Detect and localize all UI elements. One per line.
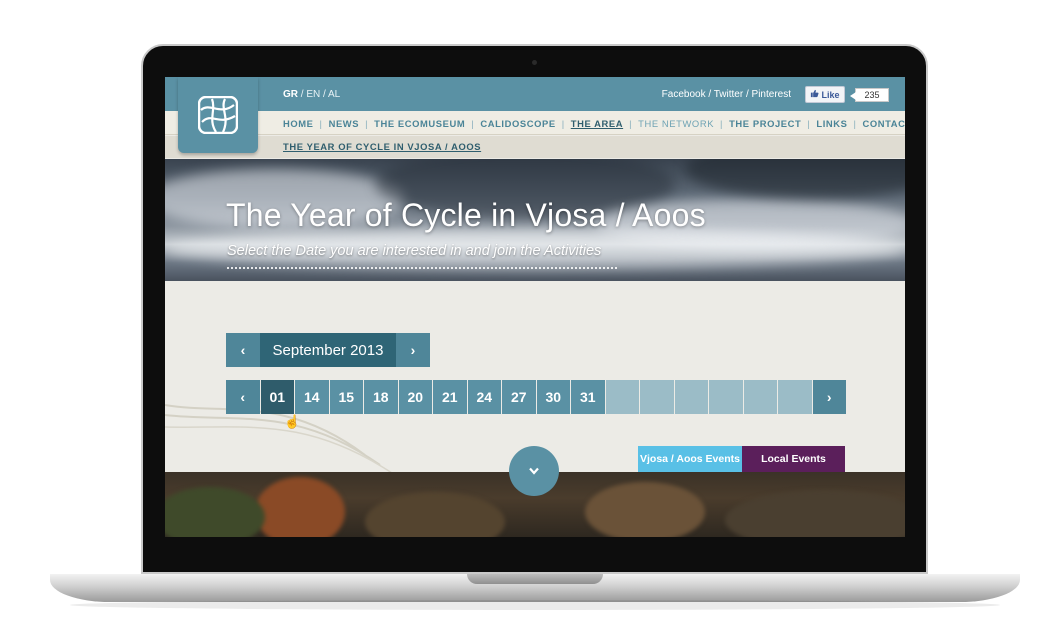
subnav-year-of-cycle[interactable]: THE YEAR OF CYCLE IN VJOSA / AOOS [283, 141, 481, 152]
tree [255, 477, 345, 537]
day-selector: ‹ 01 14 15 18 20 21 24 27 30 31 › [226, 380, 846, 414]
prev-days-button[interactable]: ‹ [226, 380, 260, 414]
hero-divider [227, 267, 617, 269]
hero-banner: The Year of Cycle in Vjosa / Aoos Select… [165, 159, 905, 281]
tree [365, 492, 505, 537]
day-empty-slot [640, 380, 674, 414]
nav-separator: | [853, 118, 857, 129]
social-separator: / [705, 89, 714, 100]
ecomuseum-logo-icon [198, 96, 238, 134]
next-days-button[interactable]: › [812, 380, 846, 414]
day-button[interactable]: 01 [260, 380, 294, 414]
day-button[interactable]: 15 [329, 380, 363, 414]
day-button[interactable]: 20 [398, 380, 432, 414]
month-label: September 2013 [260, 333, 396, 367]
hero-subtitle: Select the Date you are interested in an… [227, 243, 602, 259]
day-button[interactable]: 30 [536, 380, 570, 414]
tree [725, 490, 905, 537]
day-empty-slot [709, 380, 743, 414]
local-events-button[interactable]: Local Events [742, 446, 845, 472]
nav-separator: | [561, 118, 565, 129]
hero-title: The Year of Cycle in Vjosa / Aoos [226, 197, 706, 233]
nav-the-network[interactable]: THE NETWORK [638, 118, 714, 129]
thumbs-up-icon [810, 89, 819, 100]
chevron-left-icon: ‹ [240, 389, 246, 405]
nav-separator: | [471, 118, 475, 129]
chevron-left-icon: ‹ [240, 342, 246, 358]
site-logo[interactable] [178, 77, 258, 153]
nav-ecomuseum[interactable]: THE ECOMUSEUM [374, 118, 465, 129]
nav-contact[interactable]: CONTACT [863, 118, 905, 129]
camera [532, 60, 537, 65]
chevron-right-icon: › [826, 389, 832, 405]
nav-separator: | [720, 118, 724, 129]
month-navigation: ‹ September 2013 › [226, 333, 430, 367]
nav-links[interactable]: LINKS [816, 118, 847, 129]
pinterest-link[interactable]: Pinterest [752, 89, 791, 100]
sub-navigation: THE YEAR OF CYCLE IN VJOSA / AOOS [165, 136, 905, 158]
language-active[interactable]: GR [283, 89, 298, 100]
scroll-down-button[interactable] [509, 446, 559, 496]
day-button[interactable]: 27 [502, 380, 536, 414]
chevron-down-icon [529, 464, 539, 478]
top-bar: GR / EN / AL Facebook / Twitter / Pinter… [165, 77, 905, 111]
cloud [685, 159, 905, 199]
nav-the-project[interactable]: THE PROJECT [729, 118, 801, 129]
day-button[interactable]: 31 [571, 380, 605, 414]
tree [165, 487, 265, 537]
day-button[interactable]: 14 [295, 380, 329, 414]
tree [585, 482, 705, 537]
nav-home[interactable]: HOME [283, 118, 314, 129]
like-label: Like [821, 89, 840, 100]
day-empty-slot [674, 380, 708, 414]
day-empty-slot [605, 380, 639, 414]
hand-cursor-icon: ☝ [284, 414, 301, 429]
social-links: Facebook / Twitter / Pinterest [662, 89, 791, 100]
facebook-like-button[interactable]: Like [805, 86, 845, 103]
vjosa-aoos-events-button[interactable]: Vjosa / Aoos Events [638, 446, 742, 472]
event-filters: Vjosa / Aoos Events Local Events [638, 446, 845, 472]
laptop-notch [467, 574, 603, 584]
nav-separator: | [365, 118, 369, 129]
website-screen: GR / EN / AL Facebook / Twitter / Pinter… [165, 77, 905, 537]
nav-the-area[interactable]: THE AREA [571, 118, 623, 129]
nav-news[interactable]: NEWS [329, 118, 360, 129]
social-separator: / [743, 89, 752, 100]
day-button[interactable]: 21 [433, 380, 467, 414]
next-month-button[interactable]: › [396, 333, 430, 367]
day-empty-slot [743, 380, 777, 414]
prev-month-button[interactable]: ‹ [226, 333, 260, 367]
language-others[interactable]: / EN / AL [298, 89, 340, 100]
facebook-link[interactable]: Facebook [662, 89, 706, 100]
nav-separator: | [319, 118, 323, 129]
chevron-right-icon: › [410, 342, 416, 358]
language-switcher[interactable]: GR / EN / AL [283, 89, 340, 100]
main-navigation: HOME | NEWS | THE ECOMUSEUM | CALIDOSCOPE | … [165, 111, 905, 135]
day-empty-slot [778, 380, 812, 414]
nav-separator: | [807, 118, 811, 129]
twitter-link[interactable]: Twitter [714, 89, 743, 100]
nav-calidoscope[interactable]: CALIDOSCOPE [480, 118, 555, 129]
nav-separator: | [629, 118, 633, 129]
like-count: 235 [850, 88, 889, 102]
laptop-shadow [70, 600, 1000, 610]
day-button[interactable]: 24 [467, 380, 501, 414]
day-button[interactable]: 18 [364, 380, 398, 414]
